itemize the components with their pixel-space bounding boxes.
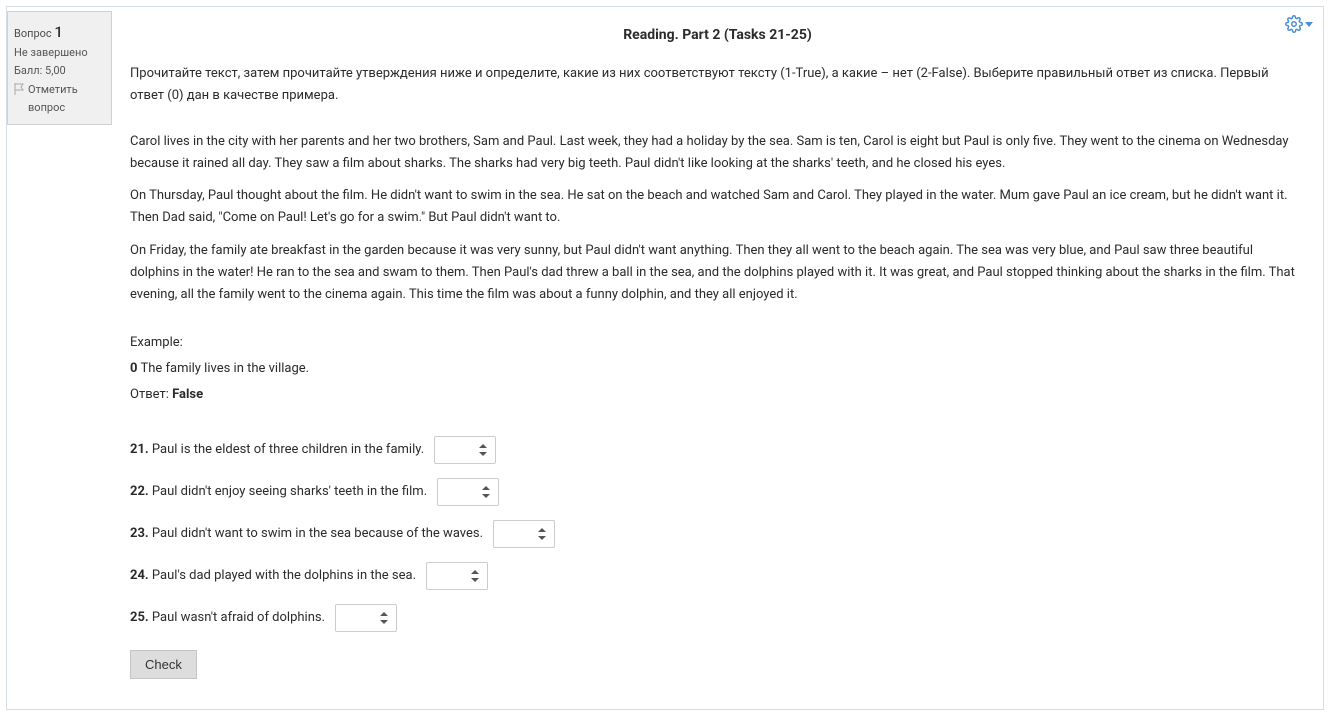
example-text: The family lives in the village. (140, 361, 309, 376)
task-statement: 23. Paul didn't want to swim in the sea … (130, 524, 483, 544)
task-24-select[interactable] (426, 562, 488, 590)
passage-paragraph: Carol lives in the city with her parents… (130, 131, 1305, 175)
task-25-select[interactable] (335, 604, 397, 632)
passage-paragraph: On Friday, the family ate breakfast in t… (130, 240, 1305, 306)
task-row: 25. Paul wasn't afraid of dolphins. (130, 604, 1305, 632)
example-number: 0 (130, 361, 137, 376)
question-content: Reading. Part 2 (Tasks 21-25) Прочитайте… (112, 7, 1323, 709)
task-row: 23. Paul didn't want to swim in the sea … (130, 520, 1305, 548)
passage-paragraph: On Thursday, Paul thought about the film… (130, 185, 1305, 229)
task-21-select[interactable] (434, 436, 496, 464)
task-row: 22. Paul didn't enjoy seeing sharks' tee… (130, 478, 1305, 506)
task-text: Paul is the eldest of three children in … (152, 442, 424, 457)
reading-title: Reading. Part 2 (Tasks 21-25) (130, 27, 1305, 43)
answer-label: Ответ: (130, 387, 169, 402)
flag-icon (14, 83, 24, 95)
reading-passage: Carol lives in the city with her parents… (130, 131, 1305, 306)
task-number: 24. (130, 568, 149, 583)
question-container: Вопрос 1 Не завершено Балл: 5,00 Отметит… (6, 6, 1324, 710)
tasks-list: 21. Paul is the eldest of three children… (130, 436, 1305, 632)
task-text: Paul's dad played with the dolphins in t… (152, 568, 416, 583)
task-text: Paul didn't enjoy seeing sharks' teeth i… (152, 484, 427, 499)
question-number: 1 (54, 23, 63, 41)
answer-value: False (172, 387, 203, 402)
question-label: Вопрос (14, 27, 52, 40)
task-number: 23. (130, 526, 149, 541)
flag-label: Отметить вопрос (28, 81, 105, 116)
check-button[interactable]: Check (130, 650, 197, 679)
task-22-select[interactable] (437, 478, 499, 506)
example-statement: 0 The family lives in the village. (130, 356, 1305, 382)
flag-question-link[interactable]: Отметить вопрос (14, 81, 105, 116)
question-number-line: Вопрос 1 (14, 20, 105, 44)
task-text: Paul didn't want to swim in the sea beca… (152, 526, 483, 541)
chevron-down-icon (1305, 22, 1313, 27)
gear-icon (1285, 15, 1303, 33)
task-number: 22. (130, 484, 149, 499)
settings-menu[interactable] (1285, 15, 1313, 33)
task-text: Paul wasn't afraid of dolphins. (152, 610, 325, 625)
example-answer: Ответ: False (130, 382, 1305, 408)
task-23-select[interactable] (493, 520, 555, 548)
task-number: 25. (130, 610, 149, 625)
question-status: Не завершено (14, 44, 105, 62)
example-block: Example: 0 The family lives in the villa… (130, 330, 1305, 408)
task-statement: 25. Paul wasn't afraid of dolphins. (130, 608, 325, 628)
task-statement: 21. Paul is the eldest of three children… (130, 440, 424, 460)
task-statement: 22. Paul didn't enjoy seeing sharks' tee… (130, 482, 427, 502)
question-info-panel: Вопрос 1 Не завершено Балл: 5,00 Отметит… (7, 11, 112, 125)
instructions-text: Прочитайте текст, затем прочитайте утвер… (130, 63, 1305, 107)
task-number: 21. (130, 442, 149, 457)
question-score: Балл: 5,00 (14, 62, 105, 80)
task-row: 24. Paul's dad played with the dolphins … (130, 562, 1305, 590)
task-row: 21. Paul is the eldest of three children… (130, 436, 1305, 464)
example-label: Example: (130, 330, 1305, 356)
task-statement: 24. Paul's dad played with the dolphins … (130, 566, 416, 586)
